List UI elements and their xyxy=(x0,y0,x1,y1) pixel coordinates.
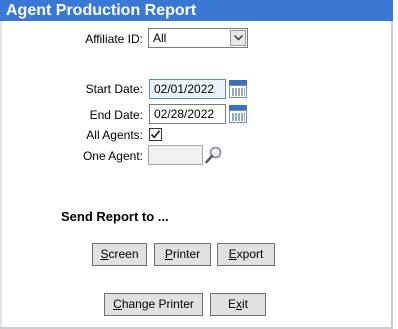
window-title: Agent Production Report xyxy=(0,0,393,21)
affiliate-id-value: All xyxy=(153,31,167,45)
calendar-icon[interactable] xyxy=(228,104,248,124)
exit-button[interactable]: Exit xyxy=(210,293,266,316)
send-report-title: Send Report to ... xyxy=(61,209,169,224)
chevron-down-icon[interactable] xyxy=(230,30,246,46)
change-printer-button[interactable]: Change Printer xyxy=(104,293,203,316)
start-date-field[interactable]: 02/01/2022 xyxy=(149,79,226,99)
checkmark-icon xyxy=(150,130,161,139)
export-button[interactable]: Export xyxy=(217,243,275,266)
printer-button[interactable]: Printer xyxy=(154,243,211,266)
affiliate-id-select[interactable]: All xyxy=(148,28,248,48)
affiliate-id-label: Affiliate ID: xyxy=(85,32,143,46)
magnifier-icon[interactable] xyxy=(204,145,224,165)
calendar-icon[interactable] xyxy=(228,79,248,99)
one-agent-label: One Agent: xyxy=(82,149,143,163)
end-date-field[interactable]: 02/28/2022 xyxy=(149,104,226,124)
start-date-label: Start Date: xyxy=(85,82,143,96)
window-frame-left xyxy=(0,21,2,329)
one-agent-field[interactable] xyxy=(148,145,203,165)
all-agents-checkbox[interactable] xyxy=(149,128,162,141)
all-agents-label: All Agents: xyxy=(86,128,143,142)
screen-button[interactable]: Screen xyxy=(92,243,147,266)
window-frame-right-edge xyxy=(393,0,398,329)
end-date-label: End Date: xyxy=(89,108,143,122)
